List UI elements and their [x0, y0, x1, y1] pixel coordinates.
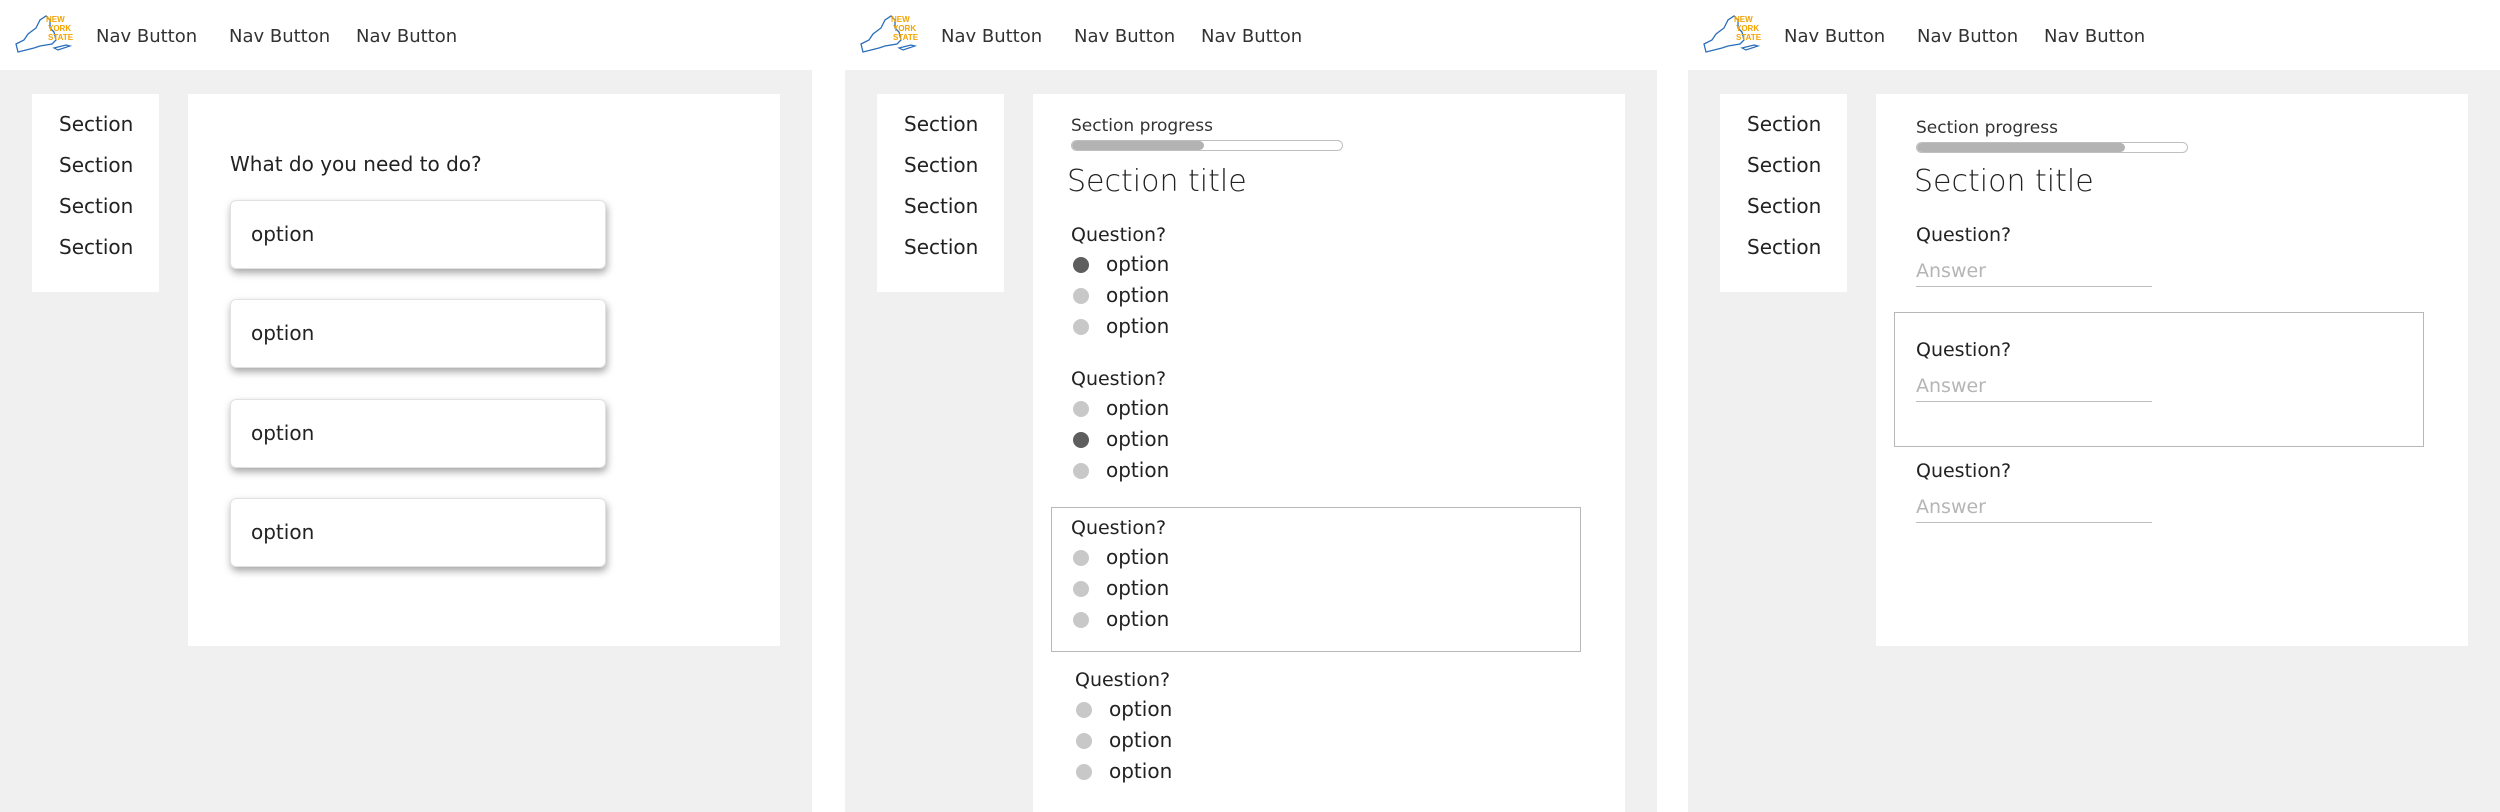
radio-button[interactable] — [1073, 319, 1089, 335]
nys-logo[interactable]: NEW YORK STATE — [10, 8, 74, 54]
sidebar-item-section[interactable]: Section — [59, 112, 133, 136]
form-card: Section progress Section title Question?… — [1876, 94, 2468, 646]
radio-option-label: option — [1106, 252, 1170, 276]
sidebar-item-section[interactable]: Section — [904, 112, 978, 136]
progress-label: Section progress — [1071, 116, 1213, 136]
radio-button[interactable] — [1073, 581, 1089, 597]
option-label: option — [251, 321, 315, 345]
sidebar-item-section[interactable]: Section — [59, 153, 133, 177]
progress-fill — [1917, 143, 2125, 152]
option-label: option — [251, 421, 315, 445]
question-label: Question? — [1916, 339, 2012, 361]
section-title: Section title — [1914, 164, 2094, 199]
question-label: Question? — [1916, 224, 2012, 246]
nav-button-1[interactable]: Nav Button — [96, 26, 197, 47]
svg-text:STATE: STATE — [1736, 33, 1762, 42]
radio-button[interactable] — [1073, 550, 1089, 566]
sidebar-item-section[interactable]: Section — [59, 235, 133, 259]
section-title: Section title — [1067, 164, 1247, 199]
question-label: Question? — [1071, 368, 1167, 390]
svg-text:YORK: YORK — [48, 24, 71, 33]
task-prompt: What do you need to do? — [230, 152, 482, 176]
top-nav-bar: NEW YORK STATE Nav Button Nav Button Nav… — [0, 0, 812, 70]
progress-fill — [1072, 141, 1205, 150]
sidebar-item-section[interactable]: Section — [904, 194, 978, 218]
option-label: option — [251, 520, 315, 544]
radio-button[interactable] — [1073, 432, 1089, 448]
nys-logo[interactable]: NEW YORK STATE — [1698, 8, 1762, 54]
screen-text-questions: NEW YORK STATE Nav Button Nav Button Nav… — [1688, 0, 2500, 812]
option-button[interactable]: option — [230, 200, 606, 269]
nav-button-2[interactable]: Nav Button — [1074, 26, 1175, 47]
answer-input[interactable] — [1916, 492, 2152, 523]
top-nav-bar: NEW YORK STATE Nav Button Nav Button Nav… — [1688, 0, 2500, 70]
svg-text:YORK: YORK — [893, 24, 916, 33]
nav-button-3[interactable]: Nav Button — [356, 26, 457, 47]
nav-button-2[interactable]: Nav Button — [1917, 26, 2018, 47]
option-button[interactable]: option — [230, 399, 606, 468]
screen-radio-questions: NEW YORK STATE Nav Button Nav Button Nav… — [845, 0, 1657, 812]
screen-choose-task: NEW YORK STATE Nav Button Nav Button Nav… — [0, 0, 812, 812]
sidebar-item-section[interactable]: Section — [1747, 194, 1821, 218]
svg-text:NEW: NEW — [891, 15, 910, 24]
radio-button[interactable] — [1076, 733, 1092, 749]
radio-option-label: option — [1106, 458, 1170, 482]
option-label: option — [251, 222, 315, 246]
answer-input[interactable] — [1916, 256, 2152, 287]
radio-button[interactable] — [1073, 612, 1089, 628]
radio-option-label: option — [1106, 396, 1170, 420]
sidebar-item-section[interactable]: Section — [1747, 235, 1821, 259]
radio-option-label: option — [1106, 314, 1170, 338]
radio-option-label: option — [1109, 759, 1173, 783]
section-sidebar: Section Section Section Section — [32, 94, 159, 292]
option-button[interactable]: option — [230, 498, 606, 567]
radio-option-label: option — [1106, 427, 1170, 451]
form-card: Section progress Section title Question?… — [1033, 94, 1625, 812]
progress-label: Section progress — [1916, 118, 2058, 138]
question-label: Question? — [1071, 224, 1167, 246]
section-sidebar: Section Section Section Section — [1720, 94, 1847, 292]
radio-button[interactable] — [1076, 702, 1092, 718]
nav-button-3[interactable]: Nav Button — [2044, 26, 2145, 47]
radio-option-label: option — [1106, 283, 1170, 307]
sidebar-item-section[interactable]: Section — [1747, 153, 1821, 177]
nav-button-2[interactable]: Nav Button — [229, 26, 330, 47]
section-progress-bar — [1916, 142, 2188, 153]
radio-button[interactable] — [1073, 288, 1089, 304]
radio-button[interactable] — [1076, 764, 1092, 780]
radio-button[interactable] — [1073, 257, 1089, 273]
section-progress-bar — [1071, 140, 1343, 151]
option-button[interactable]: option — [230, 299, 606, 368]
svg-text:STATE: STATE — [48, 33, 74, 42]
radio-button[interactable] — [1073, 463, 1089, 479]
nav-button-1[interactable]: Nav Button — [941, 26, 1042, 47]
radio-button[interactable] — [1073, 401, 1089, 417]
sidebar-item-section[interactable]: Section — [1747, 112, 1821, 136]
radio-option-label: option — [1106, 545, 1170, 569]
radio-option-label: option — [1106, 607, 1170, 631]
question-label: Question? — [1916, 460, 2012, 482]
question-label: Question? — [1071, 517, 1167, 539]
svg-text:STATE: STATE — [893, 33, 919, 42]
sidebar-item-section[interactable]: Section — [904, 153, 978, 177]
radio-option-label: option — [1106, 576, 1170, 600]
task-card: What do you need to do? option option op… — [188, 94, 780, 646]
sidebar-item-section[interactable]: Section — [59, 194, 133, 218]
radio-option-label: option — [1109, 728, 1173, 752]
nav-button-3[interactable]: Nav Button — [1201, 26, 1302, 47]
radio-option-label: option — [1109, 697, 1173, 721]
svg-text:NEW: NEW — [1734, 15, 1753, 24]
nav-button-1[interactable]: Nav Button — [1784, 26, 1885, 47]
top-nav-bar: NEW YORK STATE Nav Button Nav Button Nav… — [845, 0, 1657, 70]
question-label: Question? — [1075, 669, 1171, 691]
svg-text:YORK: YORK — [1736, 24, 1759, 33]
section-sidebar: Section Section Section Section — [877, 94, 1004, 292]
nys-logo[interactable]: NEW YORK STATE — [855, 8, 919, 54]
svg-text:NEW: NEW — [46, 15, 65, 24]
answer-input[interactable] — [1916, 371, 2152, 402]
sidebar-item-section[interactable]: Section — [904, 235, 978, 259]
